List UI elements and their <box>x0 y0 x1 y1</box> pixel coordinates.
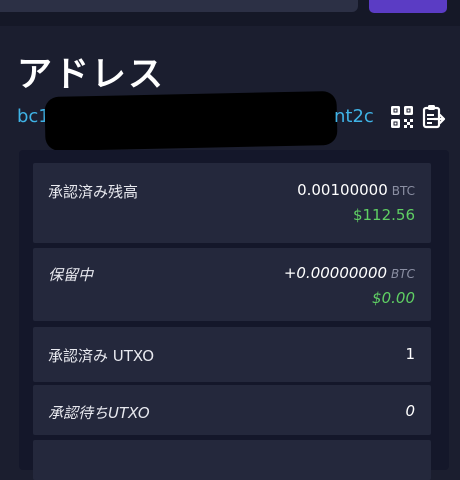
pending-btc: +0.00000000 BTC <box>283 264 415 282</box>
confirmed-balance-label: 承認済み残高 <box>48 183 139 201</box>
next-row-card <box>33 440 431 480</box>
search-input[interactable] <box>0 0 358 12</box>
address-redaction <box>44 90 338 152</box>
top-action-button[interactable] <box>369 0 447 13</box>
btc-unit: BTC <box>391 267 415 281</box>
qr-code-icon[interactable] <box>390 104 414 130</box>
btc-unit: BTC <box>391 184 415 198</box>
page-title: アドレス <box>17 55 166 95</box>
confirmed-balance-btc: 0.00100000 BTC <box>297 181 415 199</box>
confirmed-utxo-card: 承認済み UTXO 1 <box>33 327 431 382</box>
confirmed-utxo-value: 1 <box>405 345 415 363</box>
copy-icon[interactable] <box>422 104 446 130</box>
confirmed-balance-fiat: $112.56 <box>352 206 415 224</box>
pending-utxo-value: 0 <box>405 402 415 420</box>
confirmed-balance-card: 承認済み残高 0.00100000 BTC $112.56 <box>33 163 431 243</box>
address-row: bc1 nt2c <box>17 90 447 152</box>
address-suffix[interactable]: nt2c <box>334 106 374 127</box>
pending-card: 保留中 +0.00000000 BTC $0.00 <box>33 248 431 321</box>
pending-utxo-label: 承認待ちUTXO <box>48 404 150 422</box>
pending-fiat: $0.00 <box>372 289 415 307</box>
pending-utxo-card: 承認待ちUTXO 0 <box>33 385 431 435</box>
pending-label: 保留中 <box>48 266 94 284</box>
top-bar <box>0 0 460 26</box>
confirmed-utxo-label: 承認済み UTXO <box>48 347 155 365</box>
